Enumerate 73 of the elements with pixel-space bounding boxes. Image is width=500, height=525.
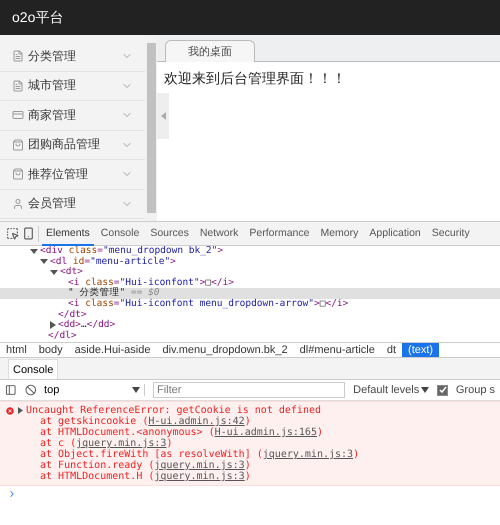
- stack-line: at HTMLDocument.H (jquery.min.js:3): [39, 471, 252, 482]
- clear-icon[interactable]: [24, 384, 36, 396]
- stack-line: at getskincookie (H-ui.admin.js:42): [39, 416, 252, 427]
- dom-node[interactable]: <dl id="menu-article">: [50, 256, 176, 268]
- menu-label: 会员管理: [28, 195, 77, 212]
- dom-node[interactable]: </dl>: [48, 330, 77, 342]
- stack-line: at Object.fireWith [as resolveWith] (jquery.min.js:3): [39, 449, 360, 460]
- breadcrumb[interactable]: aside.Hui-aside: [68, 343, 156, 357]
- menu-label: 推荐位管理: [28, 166, 89, 183]
- sidebar-toggle-icon[interactable]: [5, 384, 17, 396]
- menu-label: 商家管理: [28, 106, 77, 124]
- devtools-tab[interactable]: Elements: [42, 222, 94, 246]
- breadcrumb[interactable]: html: [0, 343, 33, 357]
- site-title: o2o平台: [12, 8, 64, 26]
- devtools-tab[interactable]: Security: [428, 222, 474, 246]
- dom-node[interactable]: <i class="Hui-iconfont">□</i>: [68, 278, 234, 288]
- menu-label: 城市管理: [28, 77, 77, 94]
- source-link[interactable]: jquery.min.js:3: [154, 460, 245, 471]
- inspect-icon[interactable]: [6, 227, 19, 240]
- expand-triangle-icon[interactable]: [18, 407, 23, 414]
- card-icon: [12, 109, 24, 122]
- menu-label: 分类管理: [28, 48, 77, 65]
- expand-triangle-icon[interactable]: [50, 270, 58, 275]
- stack-line: at c (jquery.min.js:3): [39, 438, 172, 449]
- breadcrumb[interactable]: dt: [380, 343, 402, 357]
- devtools-tab[interactable]: Sources: [146, 222, 193, 246]
- drawer-tab[interactable]: Console: [8, 359, 58, 379]
- source-link[interactable]: H-ui.admin.js:42: [148, 416, 245, 427]
- collapse-handle[interactable]: [157, 93, 169, 139]
- page-tab[interactable]: 我的桌面: [165, 40, 255, 62]
- dom-node[interactable]: " 分类管理" == $0: [68, 288, 160, 299]
- dom-node[interactable]: <i class="Hui-iconfont menu_dropdown-arrow">□</i>: [68, 298, 348, 310]
- left-triangle-icon: [160, 112, 166, 120]
- bag-icon: [12, 138, 24, 151]
- devtools-tab[interactable]: Application: [365, 222, 425, 246]
- menu-label: 团购商品管理: [28, 136, 101, 154]
- stack-line: at HTMLDocument.<anonymous> (H-ui.admin.js:165): [39, 427, 324, 438]
- breadcrumb[interactable]: div.menu_dropdown.bk_2: [156, 343, 294, 357]
- levels-dropdown[interactable]: Default levels: [353, 384, 430, 396]
- document-icon: [12, 80, 24, 92]
- expand-triangle-icon[interactable]: [40, 259, 48, 264]
- source-link[interactable]: H-ui.admin.js:165: [214, 427, 317, 438]
- scrollbar[interactable]: [145, 35, 157, 221]
- source-link[interactable]: jquery.min.js:3: [76, 438, 166, 449]
- source-link[interactable]: jquery.min.js:3: [262, 449, 354, 460]
- bag-icon: [12, 168, 24, 180]
- welcome-text: 欢迎来到后台管理界面！！！: [163, 69, 347, 88]
- dom-node[interactable]: <dd>…</dd>: [58, 320, 116, 331]
- context-select[interactable]: top: [44, 384, 145, 396]
- dom-node[interactable]: <dt>: [60, 267, 83, 278]
- error-icon: [5, 406, 15, 416]
- breadcrumb[interactable]: (text): [402, 343, 440, 357]
- dropdown-arrow-icon: [421, 387, 430, 393]
- dom-node[interactable]: </dt>: [58, 310, 87, 320]
- device-icon[interactable]: [22, 227, 35, 240]
- user-icon: [12, 198, 24, 210]
- breadcrumb[interactable]: body: [32, 343, 69, 357]
- expand-triangle-icon[interactable]: [30, 248, 38, 254]
- dom-node[interactable]: <div class="menu_dropdown bk_2">: [40, 246, 224, 257]
- document-icon: [12, 50, 24, 62]
- expand-triangle-icon[interactable]: [50, 321, 56, 330]
- filter-field[interactable]: Filter: [152, 382, 346, 398]
- group-label: Group s: [456, 384, 495, 396]
- devtools-tab[interactable]: Network: [196, 222, 242, 246]
- breadcrumb[interactable]: dl#menu-article: [294, 343, 381, 357]
- group-checkbox[interactable]: [437, 384, 448, 396]
- devtools-tab[interactable]: Console: [96, 222, 144, 246]
- stack-line: at Function.ready (jquery.min.js:3): [39, 460, 252, 471]
- devtools-tab[interactable]: Performance: [245, 222, 314, 246]
- source-link[interactable]: jquery.min.js:3: [154, 471, 245, 482]
- dropdown-arrow-icon: [132, 387, 140, 393]
- devtools-tab[interactable]: Memory: [316, 222, 362, 246]
- error-text: Uncaught ReferenceError: getCookie is not defined: [26, 405, 322, 416]
